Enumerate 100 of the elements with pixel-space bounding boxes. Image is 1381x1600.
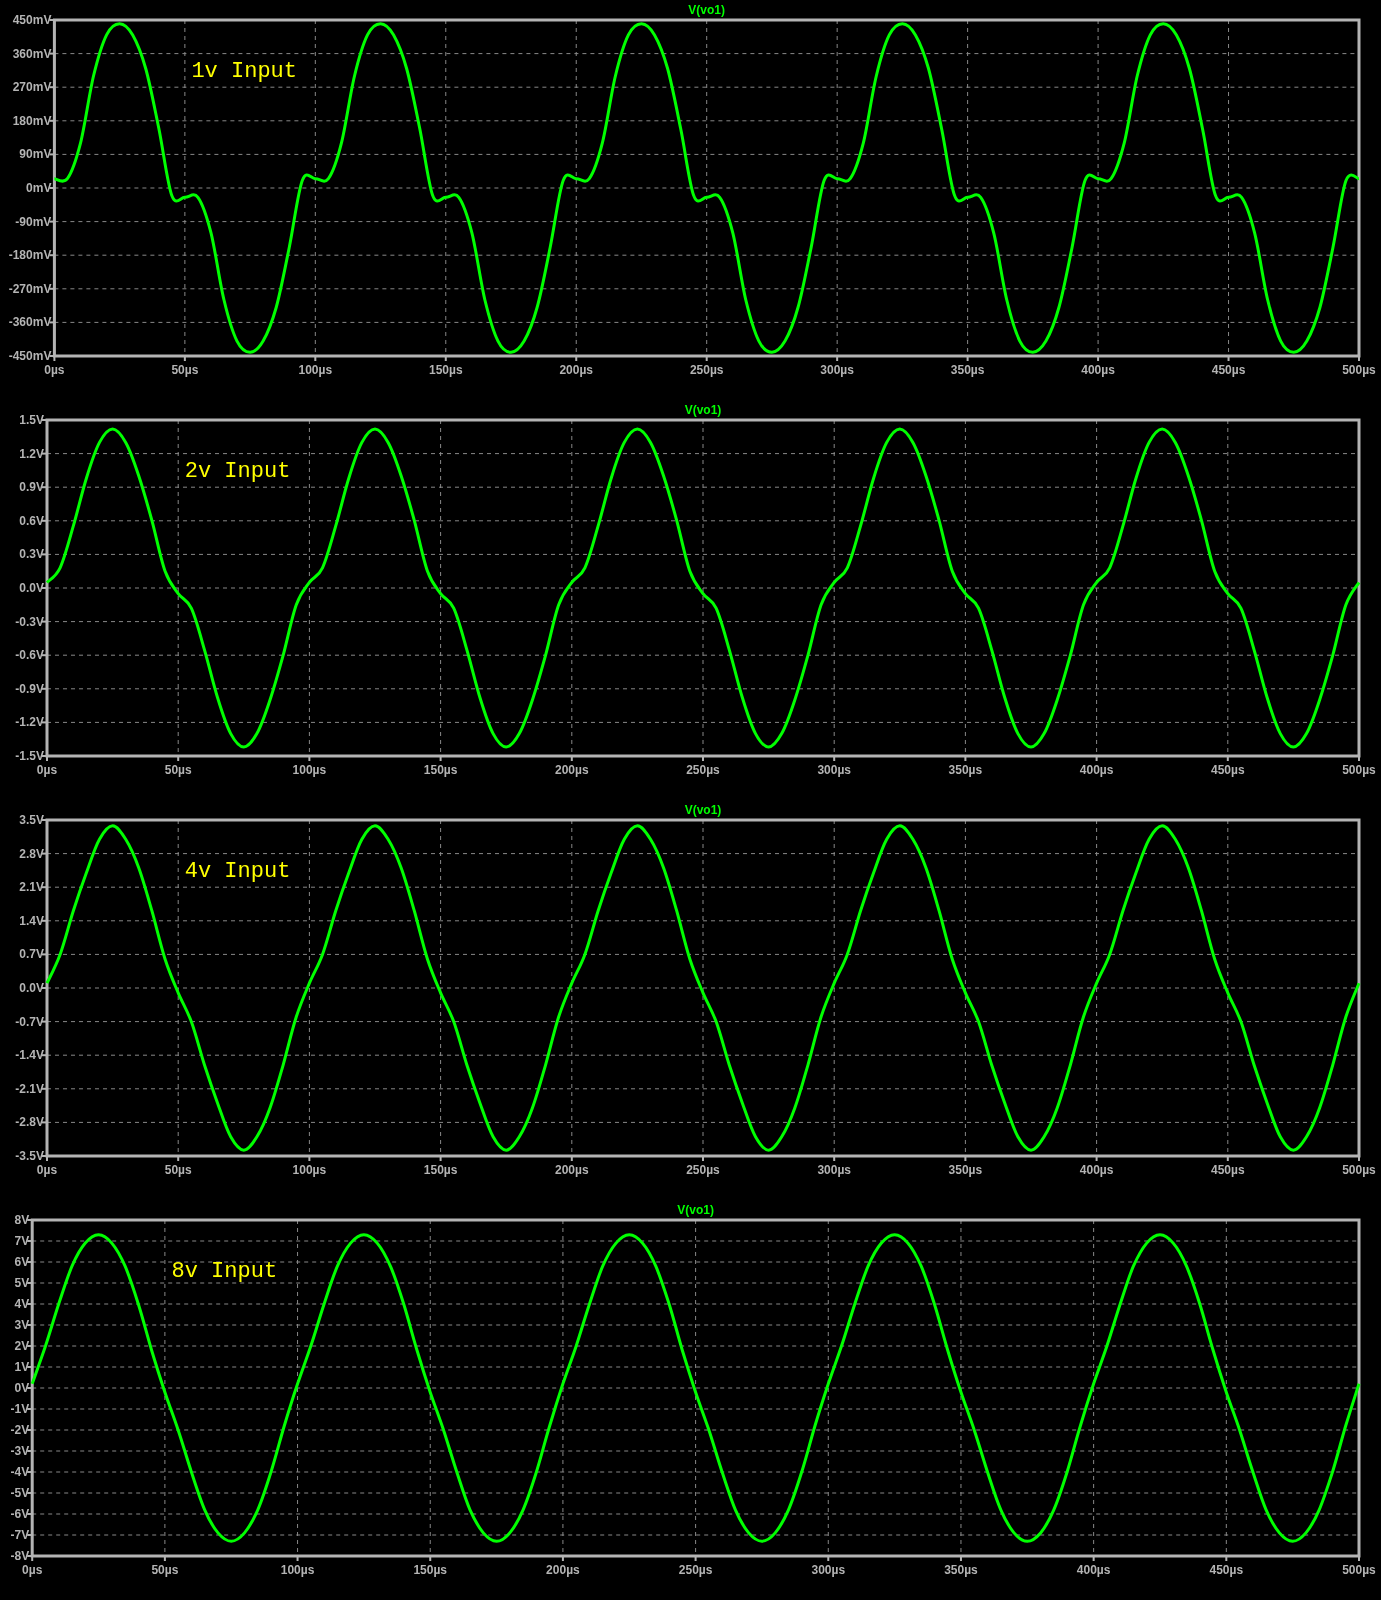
x-tick-label: 400µs <box>1081 363 1115 377</box>
x-tick-label: 450µs <box>1211 363 1246 377</box>
y-tick-label: -360mV <box>8 315 52 330</box>
y-tick-label: 4V <box>14 1297 30 1311</box>
y-tick-label: 0.0V <box>19 981 44 995</box>
y-tick-label: -90mV <box>15 214 52 229</box>
y-tick-label: 0.7V <box>19 947 44 962</box>
y-tick-label: -5V <box>10 1486 30 1500</box>
x-tick-label: 50µs <box>164 763 192 777</box>
x-tick-label: 200µs <box>559 363 594 377</box>
y-tick-label: -2V <box>10 1423 30 1437</box>
x-tick-label: 0µs <box>22 1563 43 1577</box>
y-tick-label: 0.9V <box>19 480 44 495</box>
x-tick-label: 200µs <box>546 1563 580 1577</box>
y-tick-label: 2.1V <box>19 880 44 895</box>
x-tick-label: 150µs <box>423 763 458 777</box>
x-tick-label: 50µs <box>171 363 199 377</box>
annotation-label: 4v Input <box>184 859 291 885</box>
y-tick-label: 2V <box>14 1339 30 1353</box>
y-tick-label: -1.2V <box>15 715 44 730</box>
x-tick-label: 400µs <box>1076 1563 1111 1577</box>
x-tick-label: 50µs <box>164 1163 192 1177</box>
annotation-label: 8v Input <box>171 1259 278 1285</box>
x-tick-label: 100µs <box>298 363 333 377</box>
x-tick-label: 300µs <box>817 1163 851 1177</box>
y-tick-label: 360mV <box>12 46 52 61</box>
x-tick-label: 300µs <box>817 763 851 777</box>
x-tick-label: 400µs <box>1079 763 1114 777</box>
x-tick-label: 250µs <box>678 1563 713 1577</box>
y-tick-label: -0.7V <box>15 1014 44 1029</box>
y-tick-label: 0.6V <box>19 513 44 528</box>
y-tick-label: 3V <box>14 1318 30 1332</box>
y-tick-label: -6V <box>10 1507 30 1521</box>
x-tick-label: 200µs <box>555 1163 589 1177</box>
x-tick-label: 350µs <box>948 763 983 777</box>
x-tick-label: 450µs <box>1209 1563 1244 1577</box>
y-tick-label: 5V <box>14 1276 30 1290</box>
x-tick-label: 300µs <box>820 363 854 377</box>
y-tick-label: -4V <box>10 1465 30 1479</box>
x-tick-label: 500µs <box>1342 1563 1376 1577</box>
x-tick-label: 0µs <box>44 363 65 377</box>
x-tick-label: 350µs <box>948 1163 983 1177</box>
x-tick-label: 450µs <box>1211 763 1245 777</box>
y-tick-label: 2.8V <box>19 846 44 861</box>
x-tick-label: 350µs <box>944 1563 978 1577</box>
y-tick-label: -2.1V <box>15 1081 44 1096</box>
x-tick-label: 150µs <box>429 363 463 377</box>
y-tick-label: 0.3V <box>19 547 44 562</box>
x-tick-label: 0µs <box>36 763 58 777</box>
y-tick-label: 8V <box>14 1213 30 1227</box>
y-tick-label: 450mV <box>12 13 52 27</box>
y-tick-label: 180mV <box>12 113 52 128</box>
x-tick-label: 100µs <box>292 1163 327 1177</box>
y-tick-label: 90mV <box>19 147 52 162</box>
y-tick-label: -1.5V <box>15 749 44 763</box>
x-tick-label: 500µs <box>1342 363 1376 377</box>
y-tick-label: -7V <box>10 1528 30 1542</box>
annotation-label: 1v Input <box>191 59 297 85</box>
trace-name: V(vo1) <box>684 803 722 817</box>
annotation-label: 2v Input <box>184 459 291 485</box>
y-tick-label: 0mV <box>26 181 52 195</box>
x-tick-label: 500µs <box>1342 763 1376 777</box>
y-tick-label: -450mV <box>8 349 52 363</box>
x-tick-label: 350µs <box>950 363 985 377</box>
x-tick-label: 450µs <box>1211 1163 1245 1177</box>
y-tick-label: 1.2V <box>19 446 44 461</box>
y-tick-label: 6V <box>14 1255 30 1269</box>
y-tick-label: 7V <box>14 1234 30 1248</box>
y-tick-label: -3.5V <box>15 1149 44 1163</box>
y-tick-label: 270mV <box>12 80 52 95</box>
y-tick-label: 0.0V <box>19 581 44 595</box>
y-tick-label: -0.6V <box>15 648 44 663</box>
x-tick-label: 150µs <box>423 1163 458 1177</box>
x-tick-label: 100µs <box>292 763 327 777</box>
y-tick-label: -0.9V <box>15 681 44 696</box>
y-tick-label: -3V <box>10 1444 30 1458</box>
y-tick-label: 1.4V <box>19 913 44 928</box>
y-tick-label: 3.5V <box>19 813 44 827</box>
y-tick-label: -1V <box>10 1402 30 1416</box>
trace-name: V(vo1) <box>677 1203 714 1217</box>
x-tick-label: 250µs <box>689 363 724 377</box>
y-tick-label: -270mV <box>8 281 52 296</box>
x-tick-label: 150µs <box>413 1563 448 1577</box>
x-tick-label: 300µs <box>811 1563 846 1577</box>
y-tick-label: -1.4V <box>15 1048 44 1063</box>
y-tick-label: 1.5V <box>19 413 44 427</box>
x-tick-label: 400µs <box>1079 1163 1114 1177</box>
y-tick-label: 1V <box>14 1360 30 1374</box>
x-tick-label: 250µs <box>686 1163 720 1177</box>
y-tick-label: -8V <box>10 1549 30 1563</box>
y-tick-label: -2.8V <box>15 1115 44 1130</box>
x-tick-label: 100µs <box>280 1563 315 1577</box>
x-tick-label: 250µs <box>686 763 720 777</box>
y-tick-label: 0V <box>14 1381 30 1395</box>
trace-name: V(vo1) <box>684 403 722 417</box>
y-tick-label: -0.3V <box>15 614 44 629</box>
x-tick-label: 50µs <box>151 1563 179 1577</box>
x-tick-label: 0µs <box>36 1163 58 1177</box>
y-tick-label: -180mV <box>8 248 52 263</box>
trace-name: V(vo1) <box>688 3 726 17</box>
